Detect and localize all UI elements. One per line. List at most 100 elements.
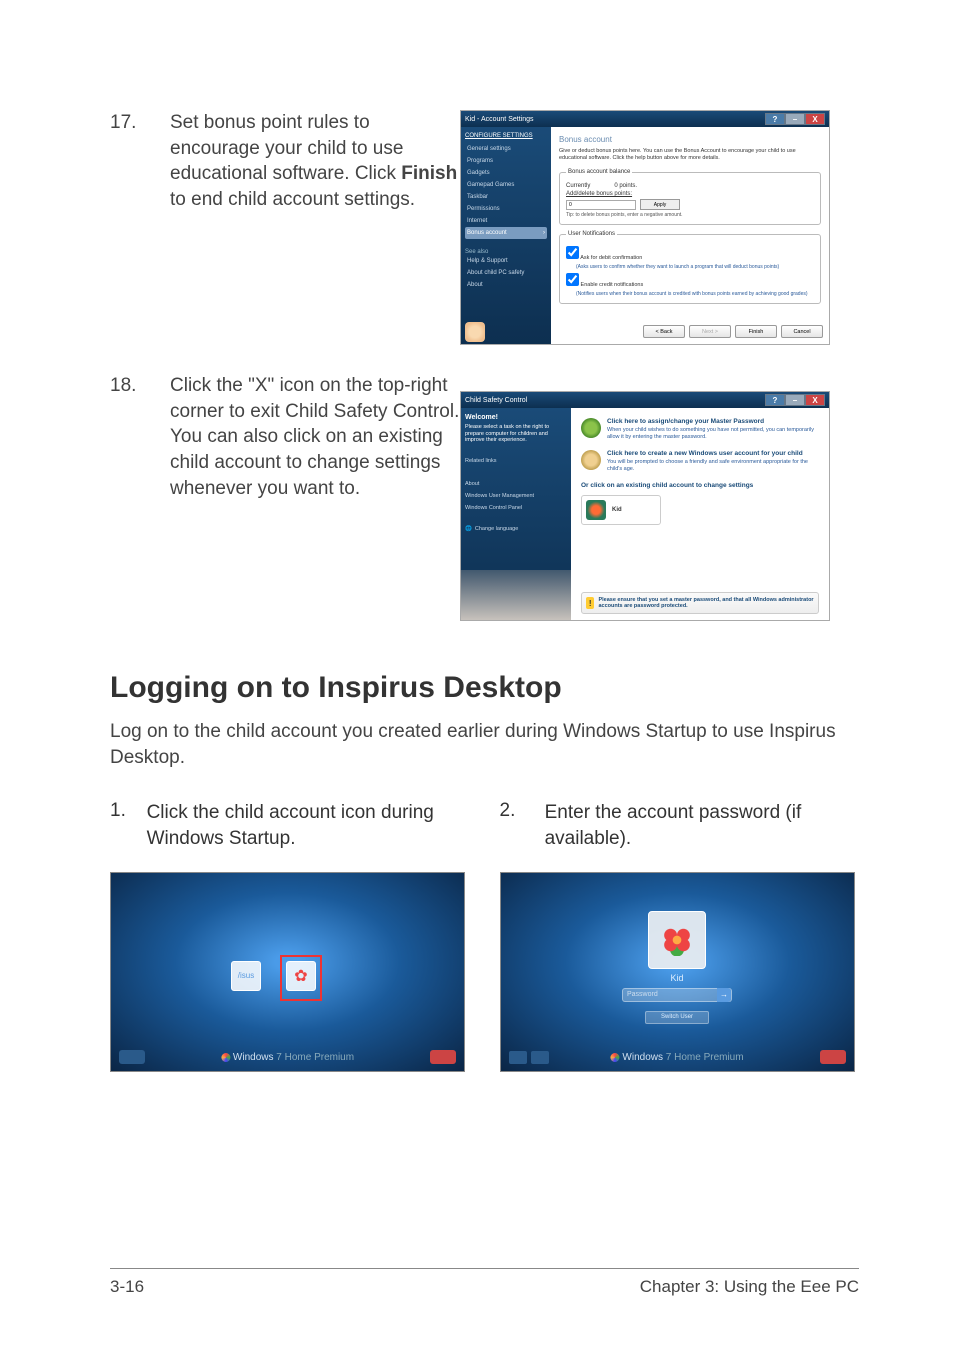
welcome-intro: Please select a task on the right to pre… (465, 424, 567, 444)
link-user-mgmt[interactable]: Windows User Management (465, 490, 567, 502)
finish-button[interactable]: Finish (735, 325, 777, 338)
sidebar-item-about-safety[interactable]: About child PC safety (465, 267, 547, 279)
section-title: Logging on to Inspirus Desktop (110, 671, 859, 705)
help-button[interactable]: ? (765, 394, 785, 406)
create-account-card[interactable]: Click here to create a new Windows user … (581, 450, 819, 472)
apply-button[interactable]: Apply (640, 199, 680, 210)
brand-text: Windows 7 Home Premium (622, 1052, 743, 1063)
related-links-label: Related links (465, 458, 567, 464)
window-titlebar: Child Safety Control ? – X (461, 392, 829, 408)
link-about[interactable]: About (465, 478, 567, 490)
sidebar-item-bonus[interactable]: Bonus account (465, 227, 547, 239)
globe-icon: 🌐 (465, 526, 472, 532)
step-text: Set bonus point rules to encourage your … (170, 110, 460, 213)
sidebar-item-internet[interactable]: Internet (465, 215, 547, 227)
debit-confirm-note: (Asks users to confirm whether they want… (576, 264, 814, 270)
child-safety-window: Child Safety Control ? – X Welcome! Plea… (460, 391, 830, 621)
windows-orb-icon (221, 1053, 230, 1062)
next-button: Next > (689, 325, 731, 338)
user-tile-admin[interactable]: /isus (231, 961, 261, 991)
account-settings-window: Kid - Account Settings ? – X CONFIGURE S… (460, 110, 830, 345)
windows-orb-icon (610, 1053, 619, 1062)
credit-notif-checkbox[interactable] (566, 273, 579, 286)
points-value: 0 points. (614, 183, 637, 189)
password-placeholder: Password (623, 991, 717, 998)
page-footer: 3-16 Chapter 3: Using the Eee PC (110, 1268, 859, 1297)
sidebar-item-permissions[interactable]: Permissions (465, 203, 547, 215)
window-title: Kid - Account Settings (465, 116, 533, 123)
switch-user-button[interactable]: Switch User (645, 1011, 709, 1024)
or-label: Or click on an existing child account to… (581, 482, 819, 489)
points-input[interactable] (566, 200, 636, 210)
card-title: Click here to create a new Windows user … (607, 450, 819, 457)
notifications-fieldset: User Notifications Ask for debit confirm… (559, 231, 821, 304)
login-submit-button[interactable]: → (717, 988, 731, 1002)
kid-account-tile[interactable]: Kid (581, 495, 661, 525)
flower-icon (661, 924, 693, 956)
warning-text: Please ensure that you set a master pass… (598, 597, 814, 609)
minimize-button[interactable]: – (785, 394, 805, 406)
step-number: 17. (110, 110, 170, 134)
related-links: About Windows User Management Windows Co… (465, 478, 567, 514)
sidebar-item-general[interactable]: General settings (465, 143, 547, 155)
step-text-before: Set bonus point rules to encourage your … (170, 112, 403, 184)
master-password-card[interactable]: Click here to assign/change your Master … (581, 418, 819, 440)
decorative-photo (461, 570, 571, 620)
ease-of-access-button[interactable] (119, 1050, 145, 1064)
change-language[interactable]: 🌐 Change language (465, 526, 567, 532)
help-button[interactable]: ? (765, 113, 785, 125)
sidebar: Welcome! Please select a task on the rig… (461, 408, 571, 620)
language-button[interactable] (531, 1051, 549, 1064)
step-1: 1. Click the child account icon during W… (110, 800, 470, 1071)
sidebar: CONFIGURE SETTINGS General settings Prog… (461, 127, 551, 344)
panel-description: Give or deduct bonus points here. You ca… (559, 148, 821, 161)
balance-fieldset: Bonus account balance Currently 0 points… (559, 169, 821, 225)
card-title: Click here to assign/change your Master … (607, 418, 819, 425)
close-button[interactable]: X (805, 113, 825, 125)
sidebar-item-about[interactable]: About (465, 279, 547, 291)
step-17: 17. Set bonus point rules to encourage y… (110, 110, 859, 345)
currently-label: Currently (566, 183, 590, 189)
windows-password-screenshot: Kid Password → Switch User Windows 7 Hom… (500, 872, 855, 1072)
power-button[interactable] (820, 1050, 846, 1064)
password-field[interactable]: Password → (622, 988, 732, 1002)
sidebar-item-help[interactable]: Help & Support (465, 255, 547, 267)
close-button[interactable]: X (805, 394, 825, 406)
sidebar-item-taskbar[interactable]: Taskbar (465, 191, 547, 203)
windows-branding: Windows 7 Home Premium (610, 1052, 743, 1063)
step-text: Click the child account icon during Wind… (147, 800, 470, 851)
user-icon: /isus (238, 971, 254, 980)
warning-icon: ! (586, 597, 594, 609)
ease-of-access-button[interactable] (509, 1051, 527, 1064)
highlight-box (280, 955, 322, 1001)
power-button[interactable] (430, 1050, 456, 1064)
step-17-screenshot: Kid - Account Settings ? – X CONFIGURE S… (460, 110, 859, 345)
step-text-bold: Finish (401, 163, 457, 184)
window-titlebar: Kid - Account Settings ? – X (461, 111, 829, 127)
sidebar-header: CONFIGURE SETTINGS (465, 133, 547, 139)
debit-confirm-checkbox[interactable] (566, 246, 579, 259)
link-control-panel[interactable]: Windows Control Panel (465, 502, 567, 514)
section-description: Log on to the child account you created … (110, 719, 859, 770)
wizard-buttons: < Back Next > Finish Cancel (643, 325, 823, 338)
sidebar-item-gamepad[interactable]: Gamepad Games (465, 179, 547, 191)
kid-avatar-icon (586, 500, 606, 520)
windows-branding: Windows 7 Home Premium (221, 1052, 354, 1063)
sidebar-item-gadgets[interactable]: Gadgets (465, 167, 547, 179)
add-points-label: Add/delete bonus points: (566, 191, 814, 197)
balance-legend: Bonus account balance (566, 169, 632, 175)
credit-notif-note: (Notifies users when their bonus account… (576, 291, 814, 297)
panel-title: Bonus account (559, 135, 821, 144)
minimize-button[interactable]: – (785, 113, 805, 125)
window-body: Welcome! Please select a task on the rig… (461, 408, 829, 620)
user-tile-kid-large (648, 911, 706, 969)
back-button[interactable]: < Back (643, 325, 685, 338)
main-panel: Bonus account Give or deduct bonus point… (551, 127, 829, 344)
step-text: Enter the account password (if available… (545, 800, 859, 851)
window-controls: ? – X (765, 394, 825, 406)
sidebar-item-programs[interactable]: Programs (465, 155, 547, 167)
cancel-button[interactable]: Cancel (781, 325, 823, 338)
main-panel: Click here to assign/change your Master … (571, 408, 829, 620)
lower-steps-row: 1. Click the child account icon during W… (110, 800, 859, 1071)
window-title: Child Safety Control (465, 397, 527, 404)
